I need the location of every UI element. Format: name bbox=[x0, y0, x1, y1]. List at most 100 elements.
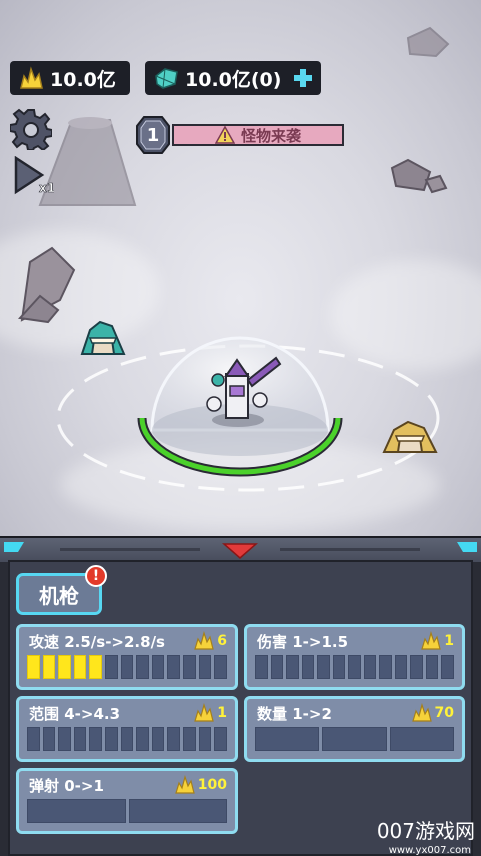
level-segment bbox=[58, 727, 71, 751]
upgrade-cost: 1 bbox=[193, 703, 227, 723]
gold-mine[interactable] bbox=[380, 416, 438, 456]
level-segment bbox=[425, 655, 439, 679]
cost-value: 70 bbox=[434, 705, 454, 721]
upgrade-card-bounce[interactable]: 弹射 0->1 100 bbox=[16, 768, 238, 834]
level-bar bbox=[255, 727, 454, 751]
level-segment bbox=[89, 655, 103, 679]
level-segment bbox=[120, 655, 134, 679]
rock-cluster bbox=[390, 158, 448, 194]
level-bar bbox=[27, 799, 227, 823]
gold-counter: 10.0亿 bbox=[10, 61, 130, 95]
level-segment bbox=[73, 655, 87, 679]
gold-crystal-icon bbox=[194, 703, 215, 722]
warning-triangle-icon bbox=[214, 126, 235, 144]
upgrade-card-attack-speed[interactable]: 攻速 2.5/s->2.8/s 6 bbox=[16, 624, 238, 690]
level-segment bbox=[136, 727, 149, 751]
wave-alert-text: 怪物来袭 bbox=[240, 126, 301, 145]
level-segment bbox=[151, 727, 165, 751]
level-segment bbox=[198, 727, 212, 751]
level-segment bbox=[120, 727, 134, 751]
cost-value: 6 bbox=[217, 633, 227, 649]
level-segment bbox=[27, 655, 40, 679]
upgrade-card-count[interactable]: 数量 1->2 70 bbox=[244, 696, 465, 762]
cost-value: 1 bbox=[217, 705, 227, 721]
level-segment bbox=[198, 655, 212, 679]
level-segment bbox=[183, 727, 196, 751]
level-segment bbox=[183, 655, 196, 679]
upgrade-card-range[interactable]: 范围 4->4.3 1 bbox=[16, 696, 238, 762]
level-segment bbox=[348, 655, 361, 679]
upgrade-label: 伤害 1->1.5 bbox=[257, 633, 349, 651]
wave-number: 1 bbox=[146, 124, 160, 146]
upgrade-cost: 1 bbox=[420, 631, 454, 651]
level-segment bbox=[410, 655, 423, 679]
upgrade-label: 范围 4->4.3 bbox=[29, 705, 121, 723]
upgrade-label: 攻速 2.5/s->2.8/s bbox=[29, 633, 165, 651]
watermark-url: www.yx007.com bbox=[388, 845, 471, 856]
gold-crystal-icon bbox=[20, 66, 43, 89]
level-segment bbox=[42, 655, 56, 679]
level-segment bbox=[270, 655, 284, 679]
level-segment bbox=[73, 727, 87, 751]
level-segment bbox=[89, 727, 103, 751]
level-bar bbox=[27, 655, 227, 679]
level-segment bbox=[42, 727, 56, 751]
upgrade-cost: 6 bbox=[193, 631, 227, 651]
svg-text:x1: x1 bbox=[39, 181, 54, 195]
level-segment bbox=[105, 655, 118, 679]
level-segment bbox=[301, 655, 315, 679]
gem-amount: 10.0亿(0) bbox=[185, 68, 282, 91]
level-segment bbox=[167, 655, 181, 679]
plus-icon[interactable] bbox=[293, 68, 313, 88]
volcano-rock bbox=[38, 117, 137, 206]
level-segment bbox=[322, 727, 387, 751]
upgrade-label: 弹射 0->1 bbox=[29, 777, 104, 795]
rock-cluster bbox=[17, 246, 76, 324]
level-segment bbox=[317, 655, 330, 679]
cost-value: 1 bbox=[444, 633, 454, 649]
rock-cluster bbox=[406, 26, 450, 58]
level-segment bbox=[389, 727, 454, 751]
level-segment bbox=[363, 655, 377, 679]
panel-header bbox=[0, 536, 481, 562]
gold-crystal-icon bbox=[411, 703, 432, 722]
level-segment bbox=[441, 655, 454, 679]
gem-mine[interactable] bbox=[78, 316, 128, 358]
level-segment bbox=[394, 655, 408, 679]
upgrade-cost: 70 bbox=[411, 703, 454, 723]
cost-value: 100 bbox=[197, 777, 227, 793]
gold-crystal-icon bbox=[421, 631, 442, 650]
tab-label: 机枪 bbox=[39, 583, 79, 608]
upgrade-label: 数量 1->2 bbox=[257, 705, 332, 723]
level-segment bbox=[255, 655, 268, 679]
gem-icon bbox=[155, 68, 178, 89]
level-segment bbox=[286, 655, 299, 679]
upgrade-cost: 100 bbox=[174, 775, 227, 795]
gear-icon[interactable] bbox=[10, 108, 52, 150]
gold-amount: 10.0亿 bbox=[50, 68, 116, 91]
turret-base[interactable] bbox=[130, 320, 350, 480]
level-segment bbox=[128, 799, 227, 823]
level-segment bbox=[105, 727, 118, 751]
level-segment bbox=[214, 727, 227, 751]
level-bar bbox=[27, 727, 227, 751]
level-segment bbox=[58, 655, 71, 679]
level-segment bbox=[151, 655, 165, 679]
watermark-logo: 007游戏网 bbox=[376, 819, 475, 843]
level-segment bbox=[136, 655, 149, 679]
upgrade-card-damage[interactable]: 伤害 1->1.5 1 bbox=[244, 624, 465, 690]
level-segment bbox=[332, 655, 346, 679]
level-segment bbox=[214, 655, 227, 679]
chevron-down-icon[interactable] bbox=[222, 542, 258, 560]
level-segment bbox=[379, 655, 392, 679]
level-segment bbox=[167, 727, 181, 751]
notification-badge: ! bbox=[85, 565, 107, 587]
wave-alert-banner: 怪物来袭 bbox=[172, 124, 344, 146]
level-segment bbox=[27, 727, 40, 751]
gold-crystal-icon bbox=[194, 631, 215, 650]
gem-counter: 10.0亿(0) bbox=[145, 61, 321, 95]
gold-crystal-icon bbox=[174, 775, 195, 794]
level-segment bbox=[255, 727, 320, 751]
play-speed-icon[interactable]: x1 bbox=[12, 156, 54, 196]
level-bar bbox=[255, 655, 454, 679]
